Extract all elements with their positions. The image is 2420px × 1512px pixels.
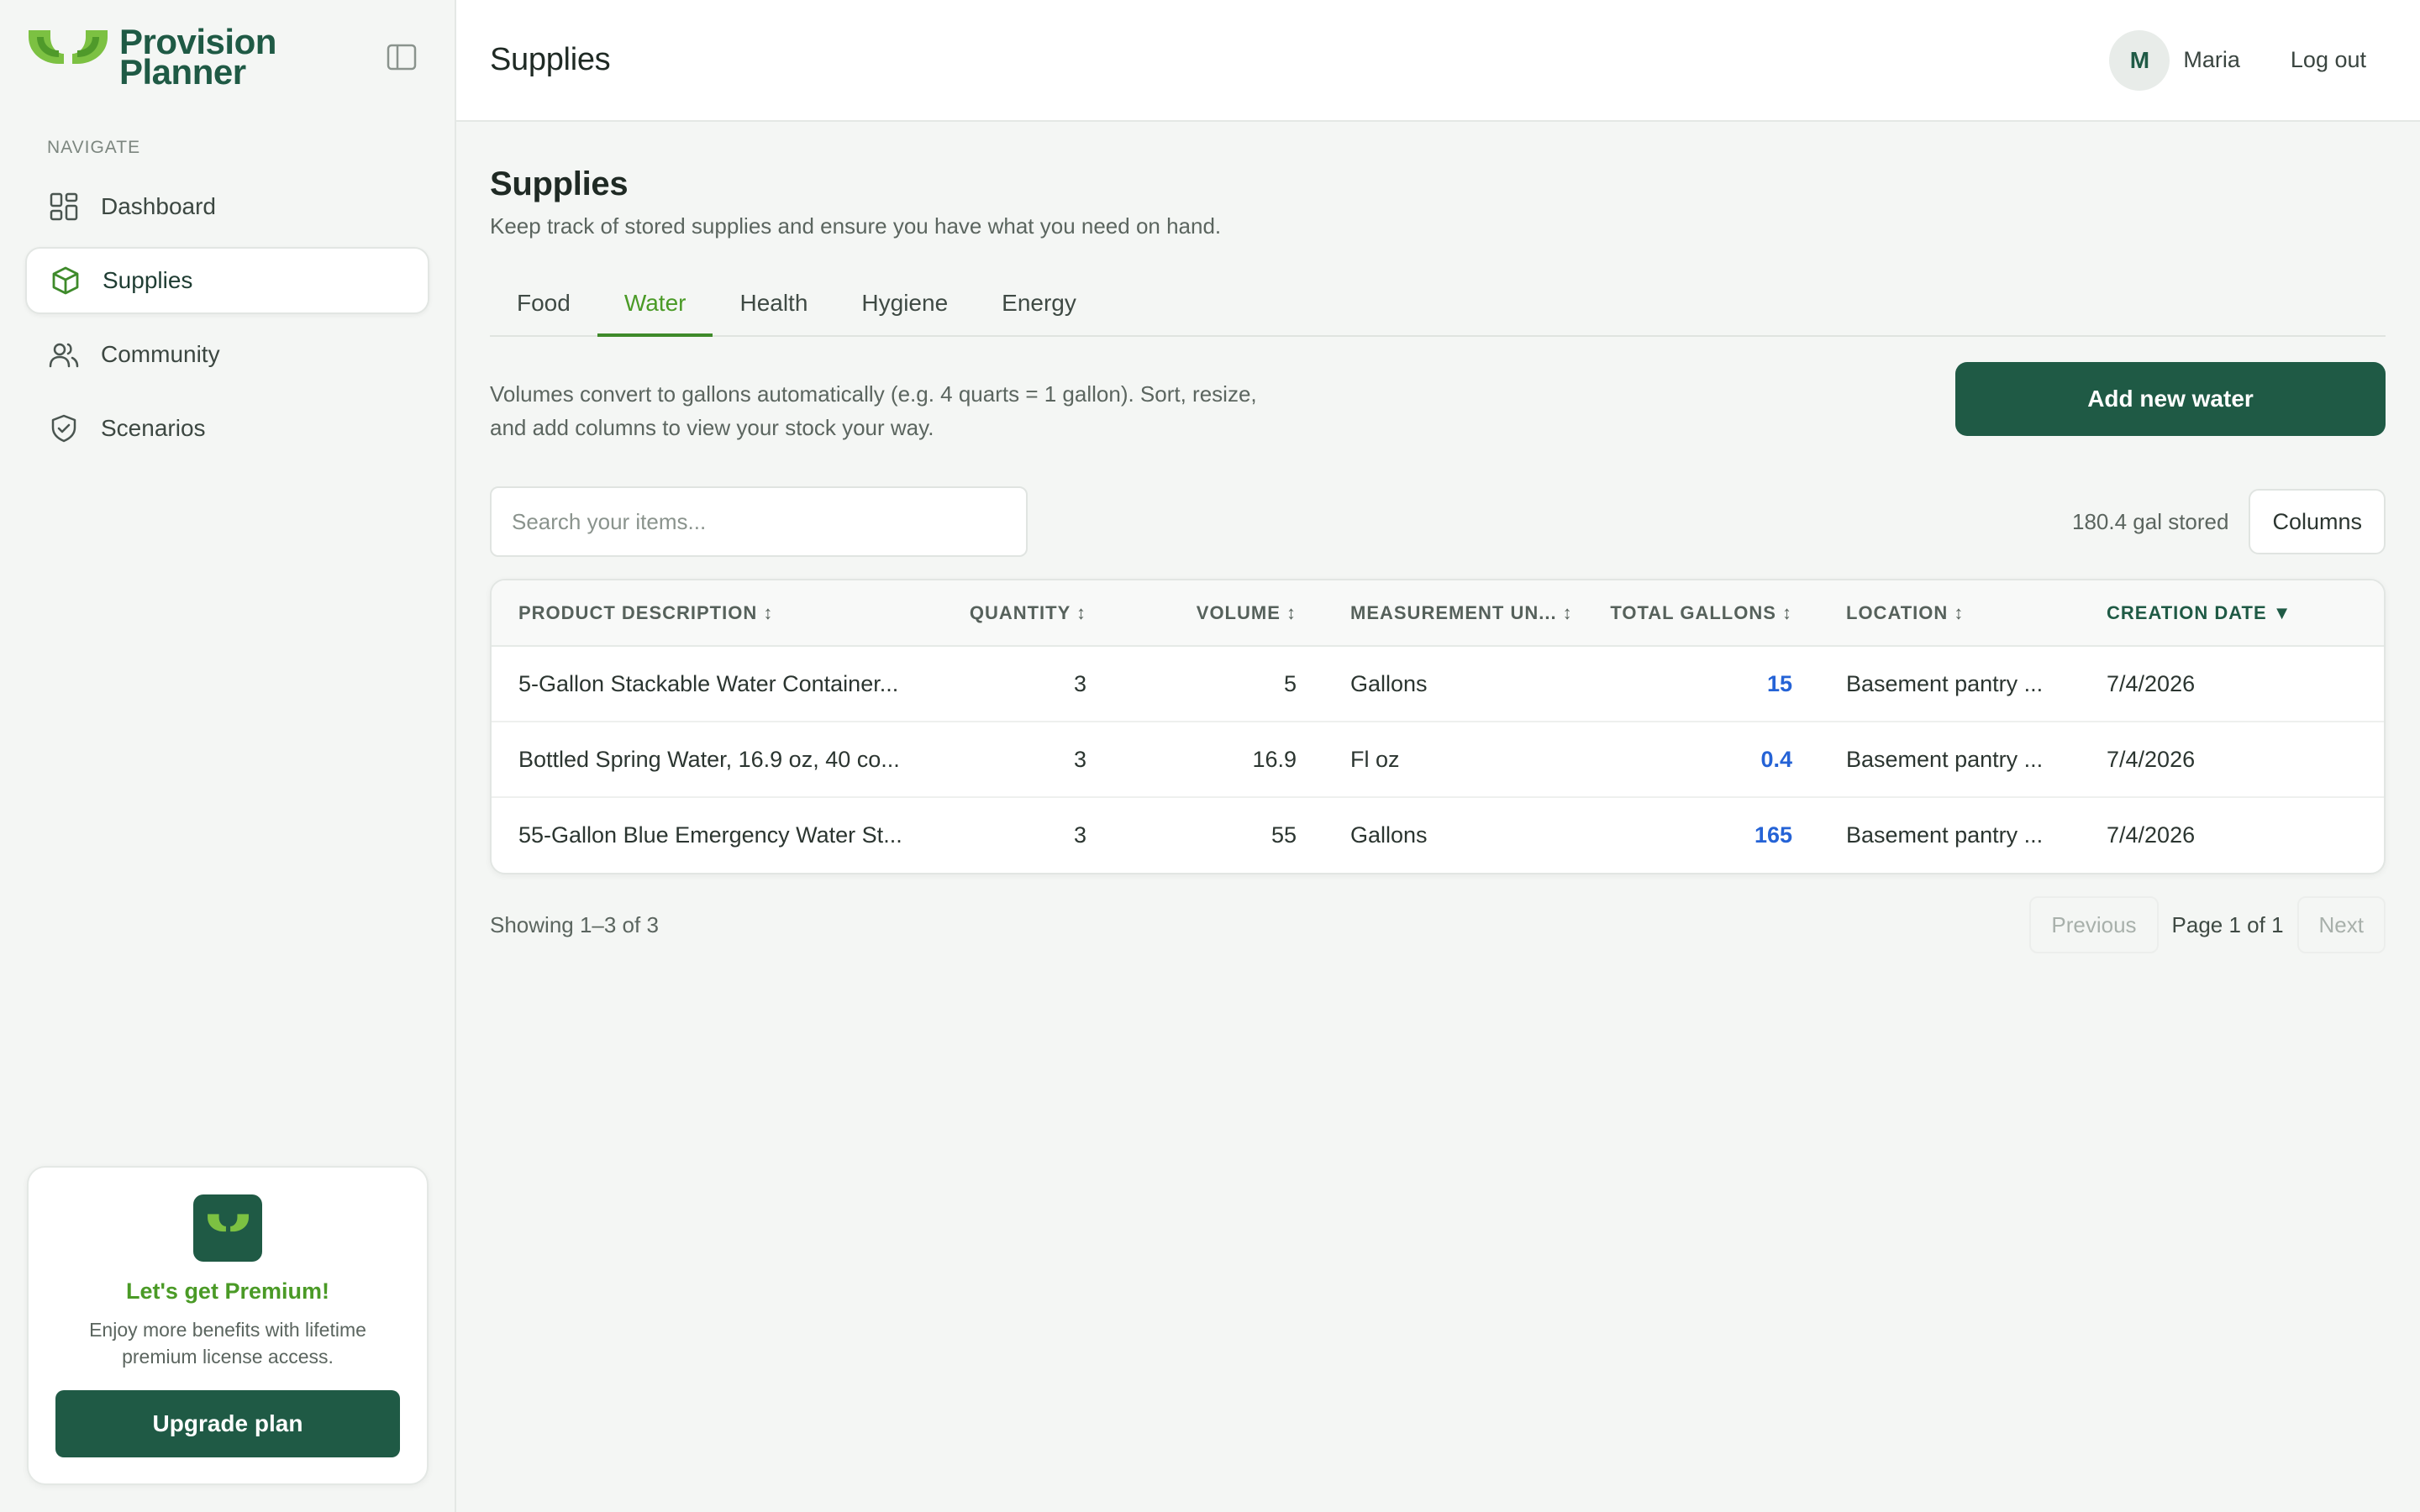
cell-creation-date: 7/4/2026 xyxy=(2107,746,2196,772)
sidebar-toggle-button[interactable] xyxy=(383,40,420,74)
cell-quantity: 3 xyxy=(1073,746,1086,772)
cell-total-gallons[interactable]: 15 xyxy=(1584,646,1819,722)
sidebar-item-scenarios[interactable]: Scenarios xyxy=(25,395,429,462)
cell-quantity: 3 xyxy=(1073,670,1086,696)
cell-creation-date: 7/4/2026 xyxy=(2107,822,2196,848)
cell-measurement-unit: Gallons xyxy=(1350,822,1428,848)
cell-product-description: 55-Gallon Blue Emergency Water St... xyxy=(518,822,902,848)
brand-line-2: Planner xyxy=(119,52,246,92)
supplies-table: PRODUCT DESCRIPTION ↕ QUANTITY ↕ VOLUME … xyxy=(490,579,2386,874)
tab-energy[interactable]: Energy xyxy=(975,283,1103,337)
table-row[interactable]: Bottled Spring Water, 16.9 oz, 40 co... … xyxy=(492,722,2384,797)
stored-total: 180.4 gal stored xyxy=(2071,508,2229,534)
sidebar-nav: Dashboard Supplies Community Scenarios xyxy=(0,173,455,462)
header-quantity[interactable]: QUANTITY ↕ xyxy=(945,580,1113,646)
previous-page-button[interactable]: Previous xyxy=(2029,896,2159,953)
user-menu: M Maria Log out xyxy=(2109,29,2386,91)
sidebar-item-community[interactable]: Community xyxy=(25,321,429,388)
brand-name: Provision Planner xyxy=(119,24,313,92)
cell-location: Basement pantry ... xyxy=(1846,670,2044,696)
cell-total-gallons[interactable]: 165 xyxy=(1584,797,1819,873)
cell-measurement-unit: Fl oz xyxy=(1350,746,1400,772)
upgrade-plan-button[interactable]: Upgrade plan xyxy=(55,1390,400,1457)
header-volume[interactable]: VOLUME ↕ xyxy=(1113,580,1323,646)
table-row[interactable]: 5-Gallon Stackable Water Container... 3 … xyxy=(492,646,2384,722)
header-measurement-unit[interactable]: MEASUREMENT UN... ↕ xyxy=(1323,580,1584,646)
cell-quantity: 3 xyxy=(1073,822,1086,848)
sidebar-item-dashboard[interactable]: Dashboard xyxy=(25,173,429,240)
cell-volume: 16.9 xyxy=(1252,746,1297,772)
table-footer: Showing 1–3 of 3 Previous Page 1 of 1 Ne… xyxy=(490,896,2386,953)
logout-button[interactable]: Log out xyxy=(2291,47,2366,73)
topbar: Supplies M Maria Log out xyxy=(456,0,2420,122)
shield-check-icon xyxy=(47,412,81,445)
cell-location: Basement pantry ... xyxy=(1846,746,2044,772)
tab-food[interactable]: Food xyxy=(490,283,597,337)
sidebar-item-label: Supplies xyxy=(103,267,193,293)
sprout-logo-icon xyxy=(29,30,108,84)
page-subtitle: Keep track of stored supplies and ensure… xyxy=(490,213,1222,239)
page-content: Supplies Keep track of stored supplies a… xyxy=(456,122,2420,953)
cell-product-description: 5-Gallon Stackable Water Container... xyxy=(518,670,899,696)
next-page-button[interactable]: Next xyxy=(2296,896,2386,953)
dashboard-grid-icon xyxy=(47,190,81,223)
sidebar: Provision Planner NAVIGATE Dashboard Sup… xyxy=(0,0,456,1512)
premium-sprout-icon xyxy=(193,1194,262,1262)
cell-total-gallons[interactable]: 0.4 xyxy=(1584,722,1819,797)
main-area: Supplies M Maria Log out Supplies Keep t… xyxy=(456,0,2420,1512)
tab-health[interactable]: Health xyxy=(713,283,834,337)
cell-measurement-unit: Gallons xyxy=(1350,670,1428,696)
volume-info-text: Volumes convert to gallons automatically… xyxy=(490,381,1257,440)
page-title: Supplies xyxy=(490,165,629,202)
pagination: Previous Page 1 of 1 Next xyxy=(2029,896,2386,953)
columns-button[interactable]: Columns xyxy=(2249,489,2386,554)
table-header-row: PRODUCT DESCRIPTION ↕ QUANTITY ↕ VOLUME … xyxy=(492,580,2384,646)
search-input[interactable] xyxy=(490,486,1028,557)
showing-count: Showing 1–3 of 3 xyxy=(490,911,659,937)
nav-section-label: NAVIGATE xyxy=(47,138,141,157)
avatar[interactable]: M xyxy=(2109,29,2170,91)
cell-product-description: Bottled Spring Water, 16.9 oz, 40 co... xyxy=(518,746,900,772)
add-new-water-button[interactable]: Add new water xyxy=(1955,362,2386,436)
sidebar-item-label: Dashboard xyxy=(101,193,216,219)
header-total-gallons[interactable]: TOTAL GALLONS ↕ xyxy=(1584,580,1819,646)
cell-volume: 5 xyxy=(1283,670,1297,696)
topbar-title: Supplies xyxy=(490,42,611,77)
sidebar-item-supplies[interactable]: Supplies xyxy=(25,247,429,314)
user-name[interactable]: Maria xyxy=(2183,47,2240,73)
tab-hygiene[interactable]: Hygiene xyxy=(834,283,975,337)
page-indicator: Page 1 of 1 xyxy=(2171,911,2284,937)
cell-location: Basement pantry ... xyxy=(1846,822,2044,848)
header-location[interactable]: LOCATION ↕ xyxy=(1819,580,2080,646)
table-row[interactable]: 55-Gallon Blue Emergency Water St... 3 5… xyxy=(492,797,2384,873)
tab-water[interactable]: Water xyxy=(597,283,713,337)
cell-creation-date: 7/4/2026 xyxy=(2107,670,2196,696)
category-tabs: Food Water Health Hygiene Energy xyxy=(490,283,2386,337)
sidebar-item-label: Scenarios xyxy=(101,415,206,441)
header-product-description[interactable]: PRODUCT DESCRIPTION ↕ xyxy=(492,580,945,646)
users-icon xyxy=(47,338,81,371)
header-creation-date[interactable]: CREATION DATE ▼ xyxy=(2080,580,2384,646)
package-box-icon xyxy=(49,264,82,297)
premium-title: Let's get Premium! xyxy=(126,1278,329,1304)
premium-card: Let's get Premium! Enjoy more benefits w… xyxy=(27,1166,429,1485)
app-root: Provision Planner NAVIGATE Dashboard Sup… xyxy=(0,0,2420,1512)
cell-volume: 55 xyxy=(1270,822,1297,848)
info-row: Volumes convert to gallons automatically… xyxy=(490,362,2386,444)
premium-description: Enjoy more benefits with lifetime premiu… xyxy=(89,1319,366,1368)
sidebar-item-label: Community xyxy=(101,341,220,367)
sidebar-panel-icon xyxy=(387,44,417,71)
search-row: 180.4 gal stored Columns xyxy=(490,486,2386,557)
